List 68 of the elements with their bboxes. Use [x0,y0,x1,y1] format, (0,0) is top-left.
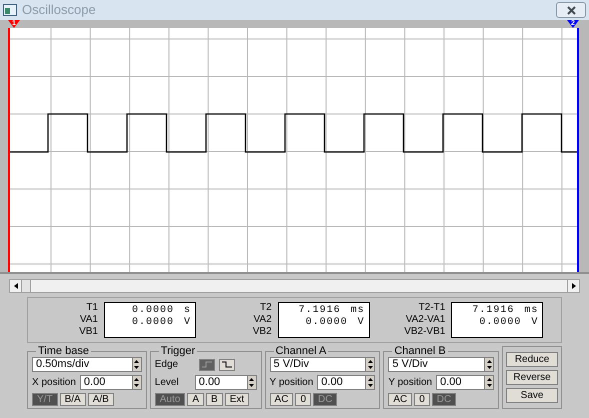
spinner-arrows-icon[interactable] [365,376,374,389]
toggle-button[interactable]: 0 [414,393,430,406]
toggle-button[interactable]: AC [270,393,294,406]
window-title: Oscilloscope [22,1,96,20]
group-title: Channel B [393,346,447,357]
group-title: Time base [37,346,90,357]
readout-label: T1 [86,302,98,314]
readout-unit: ms [350,305,365,317]
y-position-field[interactable]: 0.00 [317,375,376,390]
readout-value: 0.0000 [130,317,175,329]
spinner-arrows-icon[interactable] [132,358,141,371]
left-arrow-icon [14,283,18,289]
rising-edge-icon [202,361,212,368]
toggle-button[interactable]: A [187,393,204,406]
spinner-arrows-icon[interactable] [484,358,494,371]
rising-edge-button[interactable] [198,358,215,370]
readout-value: 0.0000 [478,317,522,329]
trigger-level-field[interactable]: 0.00 [194,375,257,390]
spinner-arrows-icon[interactable] [246,376,256,389]
close-icon [566,6,576,14]
x-position-label: X position [32,376,76,390]
readout-value: 0.0000 [130,305,175,317]
volts-per-div-field[interactable]: 5 V/Div [388,357,494,372]
readout-unit: V [358,317,365,329]
toggle-button[interactable]: B [206,393,223,406]
readout-label: T2 [260,302,272,314]
falling-edge-button[interactable] [218,358,235,370]
toggle-button[interactable]: B/A [60,393,86,406]
falling-edge-icon [222,361,232,368]
app-icon [3,4,17,16]
toggle-button[interactable]: A/B [88,393,114,406]
readout-unit: ms [524,305,538,317]
action-button[interactable]: Reduce [506,352,558,367]
readout-label: VA1 [80,314,98,326]
spinner-arrows-icon[interactable] [365,358,374,371]
y-position-field[interactable]: 0.00 [436,375,494,390]
spinner-arrows-icon[interactable] [484,376,494,389]
close-button[interactable] [556,2,586,18]
toggle-button[interactable]: 0 [295,393,312,406]
edge-label: Edge [154,358,180,372]
right-arrow-icon [572,283,576,289]
toggle-button[interactable]: AC [388,393,412,406]
readout-value: 7.1916 [298,305,342,317]
y-position-label: Y position [388,376,432,390]
toggle-button[interactable]: Ext [224,393,250,406]
group-title: Trigger [160,346,196,357]
volts-per-div-field[interactable]: 5 V/Div [270,357,376,372]
readout-unit: V [184,317,191,329]
level-label: Level [154,376,180,390]
readout-unit: s [184,305,191,317]
readout-label: VB2 [252,326,272,338]
scroll-thumb[interactable] [22,280,31,292]
action-button[interactable]: Reverse [506,370,558,385]
readout-label: VA2 [254,314,272,326]
readout-label: VB2-VB1 [404,326,446,338]
spinner-arrows-icon[interactable] [132,376,141,389]
group-title: Channel A [274,346,328,357]
readout-label: VB1 [79,326,98,338]
horizontal-scrollbar[interactable] [9,279,580,293]
readout-label: T2-T1 [418,302,446,314]
readout-unit: V [531,317,538,329]
readout-value: 7.1916 [471,305,516,317]
y-position-label: Y position [270,376,314,390]
readout-value: 0.0000 [304,317,349,329]
action-button[interactable]: Save [506,388,558,403]
readout-label: VA2-VA1 [406,314,446,326]
timebase-field[interactable]: 0.50ms/div [32,357,142,372]
x-position-field[interactable]: 0.00 [80,375,142,390]
